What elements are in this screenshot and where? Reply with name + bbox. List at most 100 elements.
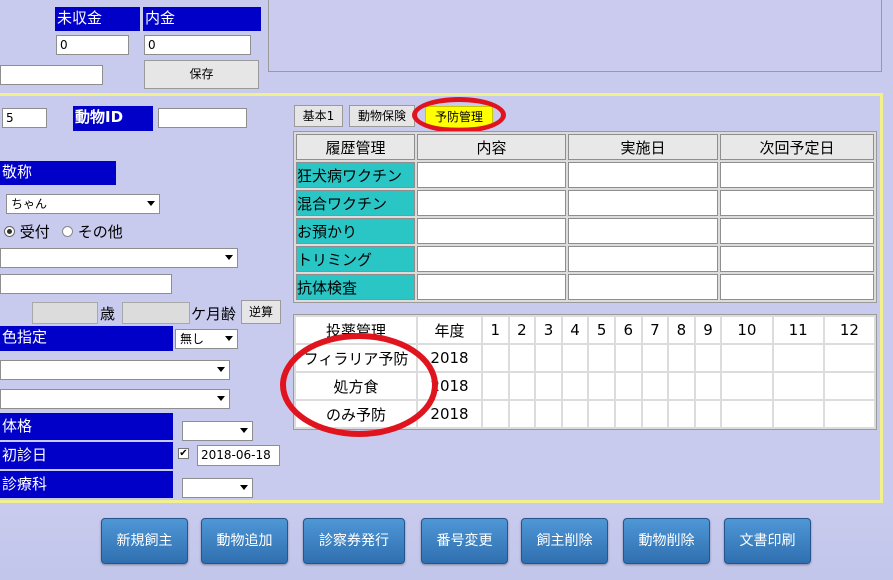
- month-cell[interactable]: [824, 373, 874, 399]
- month-cell[interactable]: [589, 373, 614, 399]
- breed-select[interactable]: [0, 248, 238, 268]
- month-cell[interactable]: [773, 401, 823, 427]
- date-cell[interactable]: [568, 162, 718, 188]
- radio-reception[interactable]: 受付: [4, 221, 50, 241]
- month-cell[interactable]: [695, 373, 721, 399]
- chevron-down-icon: [225, 336, 233, 341]
- next-date-cell[interactable]: [720, 218, 874, 244]
- animal-id-field[interactable]: [158, 108, 247, 128]
- month-cell[interactable]: [642, 401, 668, 427]
- month-cell[interactable]: [536, 373, 561, 399]
- delete-animal-button[interactable]: 動物削除: [623, 518, 710, 564]
- first-visit-field[interactable]: 2018-06-18: [197, 445, 280, 466]
- department-select[interactable]: [182, 478, 253, 498]
- tab-animal-insurance[interactable]: 動物保険: [349, 105, 415, 127]
- content-cell[interactable]: [417, 274, 566, 300]
- month-header: 2: [509, 317, 535, 343]
- next-date-cell[interactable]: [720, 190, 874, 216]
- month-cell[interactable]: [642, 345, 668, 371]
- month-header: 10: [722, 317, 772, 343]
- chevron-down-icon: [240, 485, 248, 490]
- next-date-cell[interactable]: [720, 162, 874, 188]
- month-cell[interactable]: [509, 373, 535, 399]
- save-button[interactable]: 保存: [144, 60, 259, 89]
- month-cell[interactable]: [722, 373, 772, 399]
- tab-basic1[interactable]: 基本1: [294, 105, 343, 127]
- date-cell[interactable]: [568, 218, 718, 244]
- date-cell[interactable]: [568, 246, 718, 272]
- month-cell[interactable]: [483, 345, 508, 371]
- radio-other[interactable]: その他: [62, 221, 123, 241]
- select-field-2[interactable]: [0, 389, 230, 409]
- month-cell[interactable]: [722, 345, 772, 371]
- animal-count-field[interactable]: 5: [2, 108, 47, 128]
- month-header: 1: [483, 317, 508, 343]
- honorific-select[interactable]: ちゃん: [6, 194, 160, 214]
- honorific-value: ちゃん: [11, 197, 48, 211]
- month-cell[interactable]: [669, 401, 694, 427]
- divider: [880, 93, 883, 503]
- month-cell[interactable]: [824, 401, 874, 427]
- issue-card-button[interactable]: 診察券発行: [303, 518, 405, 564]
- month-cell[interactable]: [773, 373, 823, 399]
- color-label: 色指定: [0, 326, 173, 351]
- delete-owner-button[interactable]: 飼主削除: [521, 518, 608, 564]
- month-cell[interactable]: [536, 345, 561, 371]
- animal-id-label: 動物ID: [73, 106, 153, 131]
- month-cell[interactable]: [562, 345, 588, 371]
- reverse-calc-button[interactable]: 逆算: [241, 300, 281, 324]
- month-header: 12: [824, 317, 874, 343]
- history-header: 履歴管理: [296, 134, 415, 160]
- month-header: 4: [562, 317, 588, 343]
- month-cell[interactable]: [562, 401, 588, 427]
- age-years-field[interactable]: [32, 302, 98, 324]
- next-date-cell[interactable]: [720, 274, 874, 300]
- date-cell[interactable]: [568, 274, 718, 300]
- month-header: 7: [642, 317, 668, 343]
- print-document-button[interactable]: 文書印刷: [724, 518, 811, 564]
- select-field-1[interactable]: [0, 360, 230, 380]
- new-owner-button[interactable]: 新規飼主: [101, 518, 188, 564]
- month-cell[interactable]: [773, 345, 823, 371]
- unpaid-field[interactable]: 0: [56, 35, 129, 55]
- month-cell[interactable]: [642, 373, 668, 399]
- add-animal-button[interactable]: 動物追加: [201, 518, 288, 564]
- deposit-field[interactable]: 0: [144, 35, 251, 55]
- content-cell[interactable]: [417, 190, 566, 216]
- month-cell[interactable]: [483, 373, 508, 399]
- top-left-field[interactable]: [0, 65, 103, 85]
- month-cell[interactable]: [615, 345, 641, 371]
- month-cell[interactable]: [669, 345, 694, 371]
- color-select[interactable]: 無し: [175, 329, 238, 349]
- month-cell[interactable]: [722, 401, 772, 427]
- content-cell[interactable]: [417, 246, 566, 272]
- first-visit-checkbox[interactable]: ✔: [178, 448, 189, 459]
- change-number-button[interactable]: 番号変更: [421, 518, 508, 564]
- color-value: 無し: [180, 332, 205, 346]
- month-cell[interactable]: [536, 401, 561, 427]
- content-cell[interactable]: [417, 162, 566, 188]
- content-header: 内容: [417, 134, 566, 160]
- deposit-label: 内金: [143, 7, 261, 31]
- month-cell[interactable]: [615, 373, 641, 399]
- month-cell[interactable]: [615, 401, 641, 427]
- month-cell[interactable]: [562, 373, 588, 399]
- name-field[interactable]: [0, 274, 172, 294]
- content-cell[interactable]: [417, 218, 566, 244]
- month-cell[interactable]: [589, 345, 614, 371]
- month-cell[interactable]: [589, 401, 614, 427]
- month-cell[interactable]: [695, 345, 721, 371]
- next-date-cell[interactable]: [720, 246, 874, 272]
- chevron-down-icon: [147, 201, 155, 206]
- month-header: 6: [615, 317, 641, 343]
- date-cell[interactable]: [568, 190, 718, 216]
- month-cell[interactable]: [824, 345, 874, 371]
- month-cell[interactable]: [509, 345, 535, 371]
- month-cell[interactable]: [509, 401, 535, 427]
- age-months-field[interactable]: [122, 302, 190, 324]
- month-header: 5: [589, 317, 614, 343]
- month-cell[interactable]: [695, 401, 721, 427]
- body-select[interactable]: [182, 421, 253, 441]
- month-cell[interactable]: [483, 401, 508, 427]
- month-cell[interactable]: [669, 373, 694, 399]
